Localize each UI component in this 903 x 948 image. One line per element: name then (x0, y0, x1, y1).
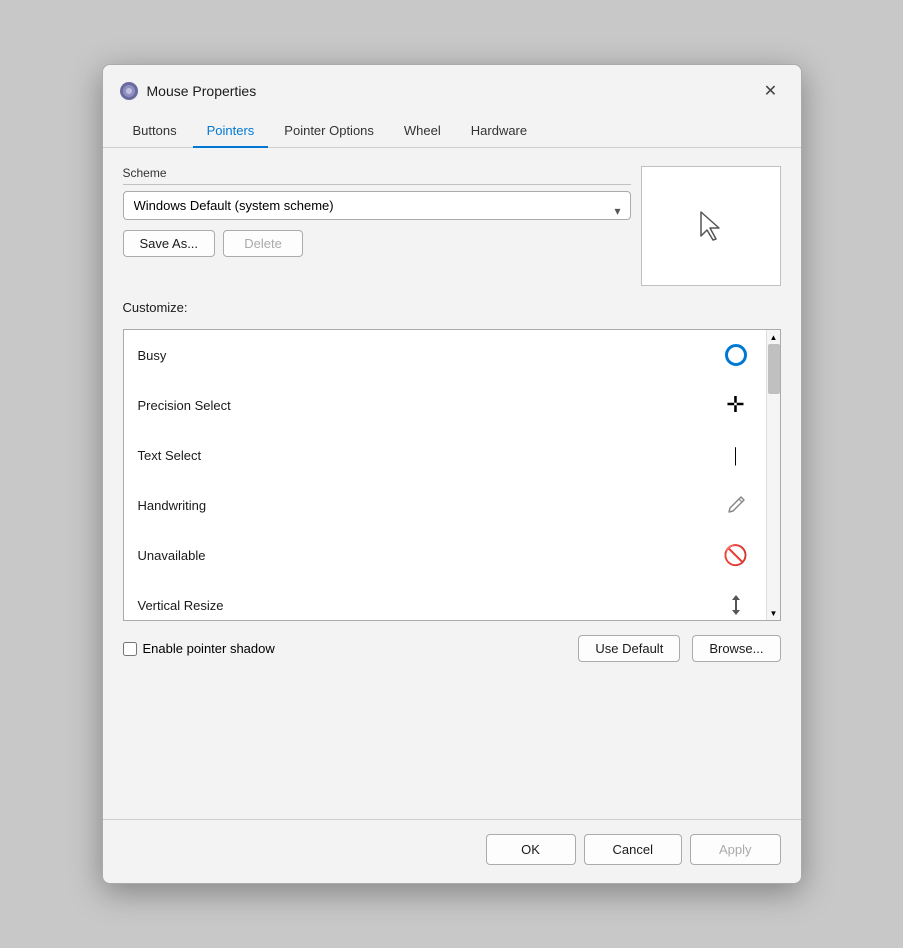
scheme-buttons: Save As... Delete (123, 230, 631, 257)
cursor-item-name: Handwriting (138, 498, 720, 513)
preview-cursor-icon (697, 210, 725, 242)
cancel-button[interactable]: Cancel (584, 834, 682, 865)
scheme-preview (641, 166, 781, 286)
scheme-section: Scheme Windows Default (system scheme) W… (123, 166, 781, 286)
scrollbar-down-button[interactable]: ▼ (767, 606, 781, 620)
list-item[interactable]: Vertical Resize (124, 580, 766, 620)
scheme-dropdown[interactable]: Windows Default (system scheme) Windows … (123, 191, 631, 220)
list-item[interactable]: Precision Select ✛ (124, 380, 766, 430)
tab-buttons[interactable]: Buttons (119, 115, 191, 148)
dialog-title: Mouse Properties (147, 83, 757, 99)
ok-button[interactable]: OK (486, 834, 576, 865)
close-button[interactable]: ✕ (757, 77, 785, 105)
precision-select-icon: ✛ (720, 389, 752, 421)
cursor-item-name: Vertical Resize (138, 598, 720, 613)
mouse-properties-dialog: Mouse Properties ✕ Buttons Pointers Poin… (102, 64, 802, 884)
dialog-footer: OK Cancel Apply (103, 819, 801, 883)
browse-button[interactable]: Browse... (692, 635, 780, 662)
list-item[interactable]: Unavailable 🚫 (124, 530, 766, 580)
dialog-body: Scheme Windows Default (system scheme) W… (103, 148, 801, 819)
tab-pointer-options[interactable]: Pointer Options (270, 115, 388, 148)
use-default-button[interactable]: Use Default (578, 635, 680, 662)
unavailable-icon: 🚫 (720, 539, 752, 571)
customize-label: Customize: (123, 300, 781, 315)
tab-pointers[interactable]: Pointers (193, 115, 269, 148)
customize-list-container: Busy Precision Select ✛ Text Select (123, 329, 781, 621)
cursor-list: Busy Precision Select ✛ Text Select (124, 330, 780, 620)
busy-icon (720, 339, 752, 371)
list-item[interactable]: Handwriting (124, 480, 766, 530)
cursor-item-name: Precision Select (138, 398, 720, 413)
scrollbar[interactable]: ▲ ▼ (766, 330, 780, 620)
bottom-options: Enable pointer shadow Use Default Browse… (123, 635, 781, 662)
scheme-dropdown-wrapper: Windows Default (system scheme) Windows … (123, 191, 631, 230)
list-item[interactable]: Text Select | (124, 430, 766, 480)
apply-button[interactable]: Apply (690, 834, 781, 865)
cursor-item-name: Text Select (138, 448, 720, 463)
tab-bar: Buttons Pointers Pointer Options Wheel H… (103, 115, 801, 148)
scheme-left: Scheme Windows Default (system scheme) W… (123, 166, 631, 257)
delete-button[interactable]: Delete (223, 230, 303, 257)
tab-hardware[interactable]: Hardware (457, 115, 541, 148)
title-bar: Mouse Properties ✕ (103, 65, 801, 115)
save-as-button[interactable]: Save As... (123, 230, 216, 257)
cursor-item-name: Busy (138, 348, 720, 363)
enable-shadow-checkbox[interactable] (123, 642, 137, 656)
vertical-resize-icon (720, 589, 752, 620)
scrollbar-thumb[interactable] (768, 344, 780, 394)
text-select-icon: | (720, 439, 752, 471)
enable-shadow-text: Enable pointer shadow (143, 641, 275, 656)
list-item[interactable]: Busy (124, 330, 766, 380)
scrollbar-up-button[interactable]: ▲ (767, 330, 781, 344)
handwriting-icon (720, 489, 752, 521)
tab-wheel[interactable]: Wheel (390, 115, 455, 148)
cursor-item-name: Unavailable (138, 548, 720, 563)
enable-shadow-label[interactable]: Enable pointer shadow (123, 641, 567, 656)
dialog-icon (119, 81, 139, 101)
scheme-label: Scheme (123, 166, 631, 185)
